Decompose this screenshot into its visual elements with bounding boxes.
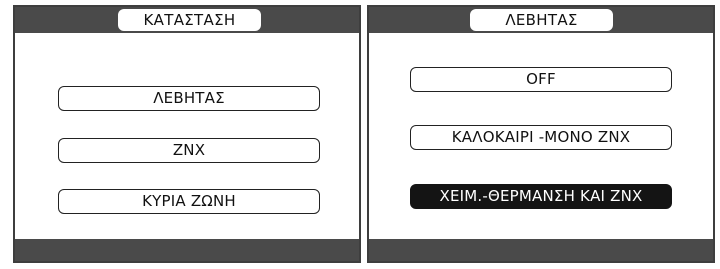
boiler-mode-screen: ΛΕΒΗΤΑΣ OFF ΚΑΛΟΚΑΙΡΙ -ΜΟΝΟ ΖΝΧ ΧΕΙΜ.-ΘΕ… xyxy=(367,5,715,263)
mode-option-summer-dhw-only[interactable]: ΚΑΛΟΚΑΙΡΙ -ΜΟΝΟ ΖΝΧ xyxy=(410,125,672,150)
menu-item-dhw[interactable]: ΖΝΧ xyxy=(58,138,320,163)
header-bar: ΚΑΤΑΣΤΑΣΗ xyxy=(15,7,359,33)
screen-title: ΚΑΤΑΣΤΑΣΗ xyxy=(118,9,261,31)
mode-option-off[interactable]: OFF xyxy=(410,67,672,92)
menu-item-main-zone[interactable]: ΚΥΡΙΑ ΖΩΝΗ xyxy=(58,189,320,214)
screen-title: ΛΕΒΗΤΑΣ xyxy=(470,9,613,31)
footer-bar xyxy=(369,239,713,261)
header-bar: ΛΕΒΗΤΑΣ xyxy=(369,7,713,33)
display-comparison: ΚΑΤΑΣΤΑΣΗ ΛΕΒΗΤΑΣ ΖΝΧ ΚΥΡΙΑ ΖΩΝΗ ΛΕΒΗΤΑΣ… xyxy=(0,0,720,269)
footer-bar xyxy=(15,239,359,261)
status-screen: ΚΑΤΑΣΤΑΣΗ ΛΕΒΗΤΑΣ ΖΝΧ ΚΥΡΙΑ ΖΩΝΗ xyxy=(13,5,361,263)
mode-option-winter-heating-dhw[interactable]: ΧΕΙΜ.-ΘΕΡΜΑΝΣΗ ΚΑΙ ΖΝΧ xyxy=(410,184,672,209)
menu-item-boiler[interactable]: ΛΕΒΗΤΑΣ xyxy=(58,86,320,111)
